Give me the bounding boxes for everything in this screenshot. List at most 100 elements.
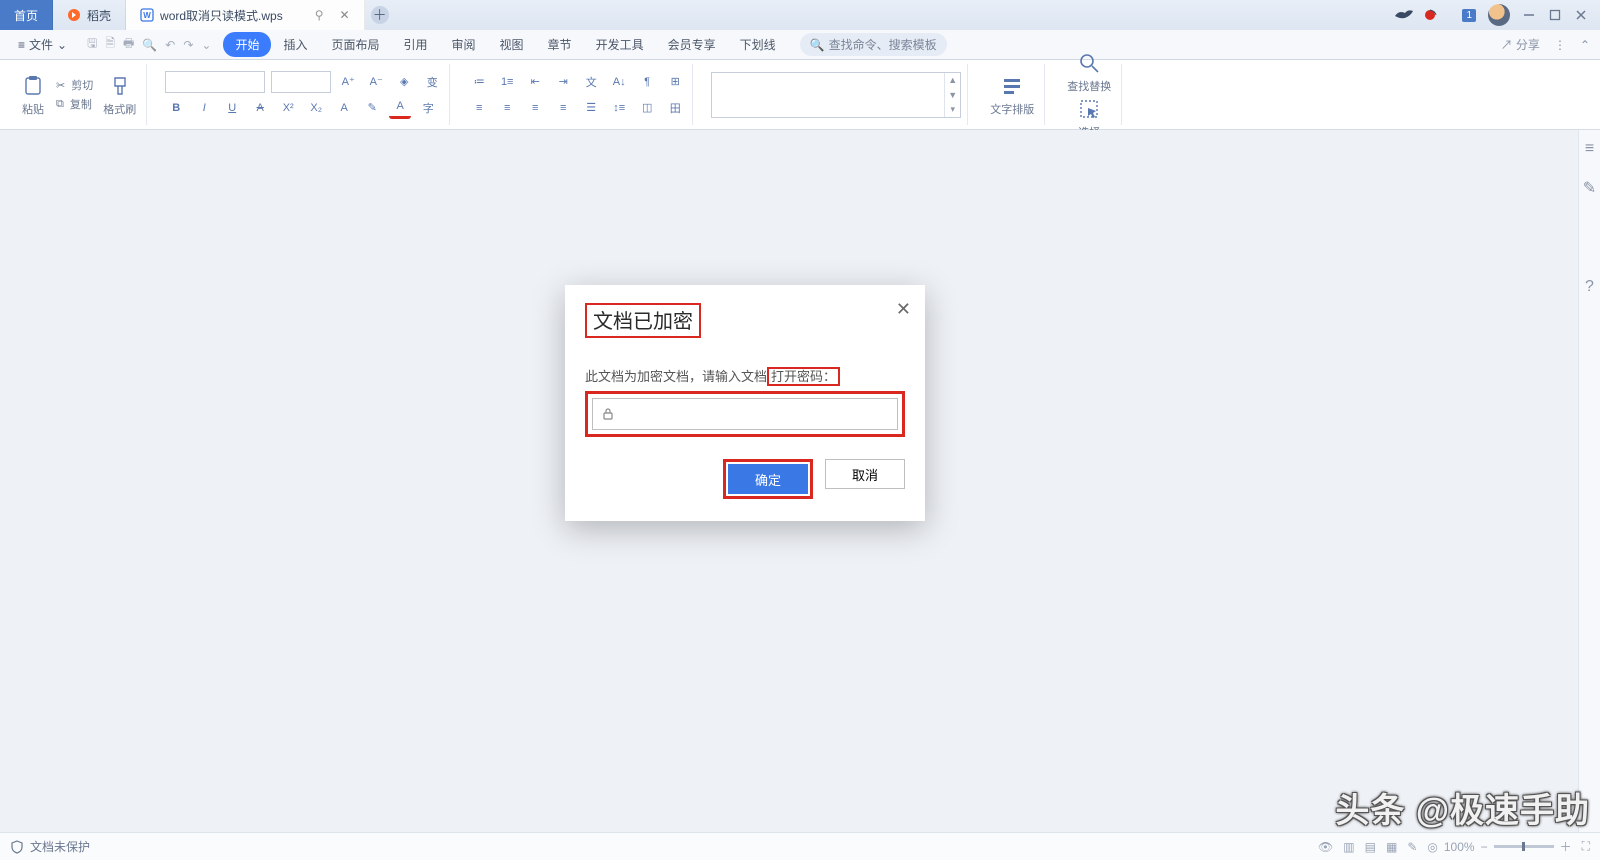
cut-button[interactable]: ✂剪切: [56, 77, 93, 93]
print-preview-icon[interactable]: 🔍: [142, 38, 157, 52]
ok-button[interactable]: 确定: [728, 464, 808, 494]
menu-underline[interactable]: 下划线: [728, 32, 788, 57]
menu-page-layout[interactable]: 页面布局: [319, 32, 391, 57]
char-shading-icon[interactable]: 字: [417, 97, 439, 119]
font-name-select[interactable]: [165, 71, 265, 93]
strikethrough-icon[interactable]: A: [249, 97, 271, 119]
undo-icon[interactable]: ↶: [165, 38, 175, 52]
menu-dev-tools[interactable]: 开发工具: [584, 32, 656, 57]
text-layout-button[interactable]: 文字排版: [986, 73, 1038, 117]
tab-document[interactable]: W word取消只读模式.wps ⚲ ✕: [126, 0, 365, 30]
numbering-icon[interactable]: 1≡: [496, 71, 518, 93]
style-down-icon[interactable]: ▼: [945, 87, 960, 102]
text-direction-icon[interactable]: 文: [580, 71, 602, 93]
print-icon[interactable]: 🖶: [123, 34, 134, 55]
increase-indent-icon[interactable]: ⇥: [552, 71, 574, 93]
justify-icon[interactable]: ≡: [552, 97, 574, 119]
dialog-close-button[interactable]: ✕: [896, 299, 911, 320]
italic-icon[interactable]: I: [193, 97, 215, 119]
rail-menu-icon[interactable]: ≡: [1585, 140, 1594, 158]
command-search[interactable]: 🔍 查找命令、搜索模板: [800, 33, 947, 56]
font-color-icon[interactable]: A: [389, 97, 411, 119]
copy-button[interactable]: ⧉复制: [56, 96, 93, 112]
font-size-select[interactable]: [271, 71, 331, 93]
rail-pen-icon[interactable]: ✎: [1583, 178, 1596, 198]
more-icon[interactable]: ⋮: [1554, 38, 1566, 52]
save-as-icon[interactable]: 🗎: [105, 34, 115, 55]
align-right-icon[interactable]: ≡: [524, 97, 546, 119]
maximize-button[interactable]: [1548, 8, 1562, 22]
clear-format-icon[interactable]: ◈: [393, 71, 415, 93]
share-button[interactable]: ↗ 分享: [1501, 36, 1540, 53]
find-replace-button[interactable]: 查找替换: [1063, 50, 1115, 94]
qat-dropdown-icon[interactable]: ⌄: [201, 38, 211, 52]
snap-icon[interactable]: ⊞: [664, 71, 686, 93]
show-marks-icon[interactable]: ¶: [636, 71, 658, 93]
style-up-icon[interactable]: ▲: [945, 73, 960, 88]
redo-icon[interactable]: ↷: [183, 38, 193, 52]
view-page-icon[interactable]: ▥: [1343, 840, 1354, 854]
fullscreen-icon[interactable]: ⛶: [1582, 839, 1590, 854]
pin-icon[interactable]: ⚲: [315, 8, 324, 22]
text-effect-icon[interactable]: A: [333, 97, 355, 119]
style-more-icon[interactable]: ▾: [945, 102, 960, 117]
notification-badge[interactable]: 1: [1462, 9, 1476, 22]
tab-home[interactable]: 首页: [0, 0, 53, 30]
menu-insert[interactable]: 插入: [271, 32, 319, 57]
rail-help-icon[interactable]: ?: [1585, 278, 1594, 296]
underline-icon[interactable]: U: [221, 97, 243, 119]
eye-icon[interactable]: 👁: [1318, 840, 1333, 854]
grow-font-icon[interactable]: A⁺: [337, 71, 359, 93]
shrink-font-icon[interactable]: A⁻: [365, 71, 387, 93]
find-icon: [1076, 50, 1102, 76]
user-avatar[interactable]: [1488, 4, 1510, 26]
borders-icon[interactable]: 田: [664, 97, 686, 119]
bullets-icon[interactable]: ≔: [468, 71, 490, 93]
align-left-icon[interactable]: ≡: [468, 97, 490, 119]
password-field-highlight: [585, 391, 905, 437]
shading-icon[interactable]: ◫: [636, 97, 658, 119]
view-web-icon[interactable]: ▦: [1386, 840, 1397, 854]
view-outline-icon[interactable]: ▤: [1365, 840, 1376, 854]
distribute-icon[interactable]: ☰: [580, 97, 602, 119]
file-menu[interactable]: ≡ 文件 ⌄: [10, 34, 75, 55]
zoom-out-icon[interactable]: −: [1481, 840, 1488, 854]
collapse-ribbon-icon[interactable]: ⌃: [1580, 38, 1590, 52]
close-window-button[interactable]: [1574, 8, 1588, 22]
line-spacing-icon[interactable]: ↕≡: [608, 97, 630, 119]
select-icon: [1076, 96, 1102, 122]
password-field[interactable]: [592, 398, 898, 430]
password-input[interactable]: [621, 406, 889, 422]
cancel-button[interactable]: 取消: [825, 459, 905, 489]
menu-references[interactable]: 引用: [392, 32, 440, 57]
zoom-reset-icon[interactable]: ◎: [1427, 840, 1437, 854]
menu-review[interactable]: 审阅: [440, 32, 488, 57]
bold-icon[interactable]: B: [165, 97, 187, 119]
menu-view[interactable]: 视图: [488, 32, 536, 57]
menu-member[interactable]: 会员专享: [656, 32, 728, 57]
highlight-icon[interactable]: ✎: [361, 97, 383, 119]
save-icon[interactable]: 🖫: [87, 34, 97, 55]
format-painter-button[interactable]: 格式刷: [99, 73, 140, 117]
new-tab-button[interactable]: ＋: [365, 0, 395, 30]
menu-start[interactable]: 开始: [223, 32, 271, 57]
read-mode-icon[interactable]: ✎: [1407, 840, 1417, 854]
superscript-icon[interactable]: X²: [277, 97, 299, 119]
protect-status[interactable]: 文档未保护: [30, 838, 90, 855]
decrease-indent-icon[interactable]: ⇤: [524, 71, 546, 93]
subscript-icon[interactable]: X₂: [305, 97, 327, 119]
minimize-button[interactable]: [1522, 8, 1536, 22]
tab-label: 首页: [14, 7, 38, 24]
close-tab-icon[interactable]: ✕: [340, 8, 350, 22]
phonetic-icon[interactable]: 变: [421, 71, 443, 93]
sort-icon[interactable]: A↓: [608, 71, 630, 93]
tab-docker[interactable]: 稻壳: [53, 0, 126, 30]
zoom-value[interactable]: 100%: [1444, 840, 1475, 854]
align-center-icon[interactable]: ≡: [496, 97, 518, 119]
menu-chapter[interactable]: 章节: [536, 32, 584, 57]
zoom-slider[interactable]: [1494, 845, 1554, 848]
style-gallery[interactable]: ▲▼▾: [711, 72, 961, 118]
scissors-icon: ✂: [56, 79, 65, 92]
zoom-in-icon[interactable]: ＋: [1560, 838, 1572, 855]
paste-button[interactable]: 粘贴: [16, 73, 50, 117]
